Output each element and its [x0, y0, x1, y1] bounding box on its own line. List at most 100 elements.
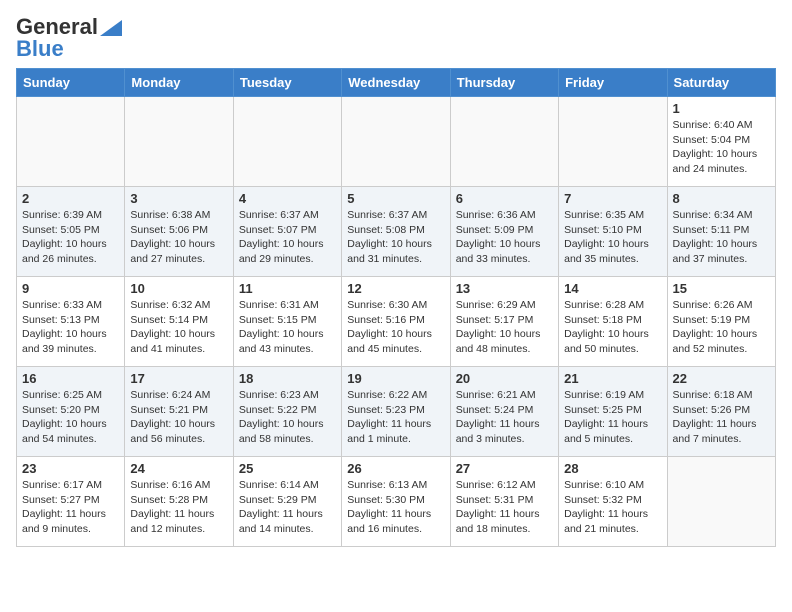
col-header-saturday: Saturday	[667, 69, 775, 97]
calendar-cell: 24 Sunrise: 6:16 AMSunset: 5:28 PMDayligh…	[125, 457, 233, 547]
day-number: 2	[22, 191, 119, 206]
day-info: Sunrise: 6:37 AMSunset: 5:07 PMDaylight:…	[239, 208, 336, 267]
day-info: Sunrise: 6:16 AMSunset: 5:28 PMDaylight:…	[130, 478, 227, 537]
day-number: 16	[22, 371, 119, 386]
calendar-cell: 26 Sunrise: 6:13 AMSunset: 5:30 PMDayligh…	[342, 457, 450, 547]
day-number: 6	[456, 191, 553, 206]
day-number: 10	[130, 281, 227, 296]
col-header-thursday: Thursday	[450, 69, 558, 97]
day-info: Sunrise: 6:33 AMSunset: 5:13 PMDaylight:…	[22, 298, 119, 357]
week-row-5: 23Sunrise: 6:17 AMSunset: 5:27 PMDayligh…	[17, 457, 776, 547]
col-header-sunday: Sunday	[17, 69, 125, 97]
day-info: Sunrise: 6:36 AMSunset: 5:09 PMDaylight:…	[456, 208, 553, 267]
day-info: Sunrise: 6:21 AMSunset: 5:24 PMDaylight:…	[456, 388, 553, 447]
day-number: 25	[239, 461, 336, 476]
week-row-4: 16 Sunrise: 6:25 AMSunset: 5:20 PMDayligh…	[17, 367, 776, 457]
day-info: Sunrise: 6:32 AMSunset: 5:14 PMDaylight:…	[130, 298, 227, 357]
col-header-tuesday: Tuesday	[233, 69, 341, 97]
logo-icon	[100, 20, 122, 36]
calendar-cell: 6 Sunrise: 6:36 AMSunset: 5:09 PMDaylight…	[450, 187, 558, 277]
day-number: 18	[239, 371, 336, 386]
day-number: 12	[347, 281, 444, 296]
day-number: 8	[673, 191, 770, 206]
day-number: 9	[22, 281, 119, 296]
calendar-cell	[233, 97, 341, 187]
calendar-cell: 8 Sunrise: 6:34 AMSunset: 5:11 PMDaylight…	[667, 187, 775, 277]
week-row-2: 2 Sunrise: 6:39 AMSunset: 5:05 PMDaylight…	[17, 187, 776, 277]
page-header: General Blue	[16, 16, 776, 60]
logo-blue: Blue	[16, 38, 64, 60]
calendar-cell: 23Sunrise: 6:17 AMSunset: 5:27 PMDayligh…	[17, 457, 125, 547]
calendar-cell: 11 Sunrise: 6:31 AMSunset: 5:15 PMDayligh…	[233, 277, 341, 367]
calendar-cell: 20 Sunrise: 6:21 AMSunset: 5:24 PMDayligh…	[450, 367, 558, 457]
day-number: 4	[239, 191, 336, 206]
day-info: Sunrise: 6:13 AMSunset: 5:30 PMDaylight:…	[347, 478, 444, 537]
day-info: Sunrise: 6:22 AMSunset: 5:23 PMDaylight:…	[347, 388, 444, 447]
day-info: Sunrise: 6:39 AMSunset: 5:05 PMDaylight:…	[22, 208, 119, 267]
day-number: 3	[130, 191, 227, 206]
day-number: 15	[673, 281, 770, 296]
calendar-table: SundayMondayTuesdayWednesdayThursdayFrid…	[16, 68, 776, 547]
day-info: Sunrise: 6:12 AMSunset: 5:31 PMDaylight:…	[456, 478, 553, 537]
calendar-cell: 2 Sunrise: 6:39 AMSunset: 5:05 PMDaylight…	[17, 187, 125, 277]
day-number: 20	[456, 371, 553, 386]
calendar-cell	[559, 97, 667, 187]
day-number: 17	[130, 371, 227, 386]
day-info: Sunrise: 6:31 AMSunset: 5:15 PMDaylight:…	[239, 298, 336, 357]
calendar-cell: 7 Sunrise: 6:35 AMSunset: 5:10 PMDaylight…	[559, 187, 667, 277]
day-number: 13	[456, 281, 553, 296]
calendar-cell: 17 Sunrise: 6:24 AMSunset: 5:21 PMDayligh…	[125, 367, 233, 457]
day-info: Sunrise: 6:30 AMSunset: 5:16 PMDaylight:…	[347, 298, 444, 357]
calendar-cell	[450, 97, 558, 187]
calendar-cell: 27 Sunrise: 6:12 AMSunset: 5:31 PMDayligh…	[450, 457, 558, 547]
day-number: 21	[564, 371, 661, 386]
day-number: 1	[673, 101, 770, 116]
calendar-header-row: SundayMondayTuesdayWednesdayThursdayFrid…	[17, 69, 776, 97]
day-number: 14	[564, 281, 661, 296]
col-header-friday: Friday	[559, 69, 667, 97]
week-row-1: 1 Sunrise: 6:40 AMSunset: 5:04 PMDaylight…	[17, 97, 776, 187]
calendar-cell: 1 Sunrise: 6:40 AMSunset: 5:04 PMDaylight…	[667, 97, 775, 187]
week-row-3: 9 Sunrise: 6:33 AMSunset: 5:13 PMDaylight…	[17, 277, 776, 367]
calendar-cell: 3 Sunrise: 6:38 AMSunset: 5:06 PMDaylight…	[125, 187, 233, 277]
calendar-cell: 4 Sunrise: 6:37 AMSunset: 5:07 PMDaylight…	[233, 187, 341, 277]
col-header-wednesday: Wednesday	[342, 69, 450, 97]
day-number: 11	[239, 281, 336, 296]
day-number: 28	[564, 461, 661, 476]
day-info: Sunrise: 6:28 AMSunset: 5:18 PMDaylight:…	[564, 298, 661, 357]
day-number: 26	[347, 461, 444, 476]
calendar-cell: 22 Sunrise: 6:18 AMSunset: 5:26 PMDayligh…	[667, 367, 775, 457]
logo: General Blue	[16, 16, 122, 60]
day-info: Sunrise: 6:29 AMSunset: 5:17 PMDaylight:…	[456, 298, 553, 357]
day-info: Sunrise: 6:35 AMSunset: 5:10 PMDaylight:…	[564, 208, 661, 267]
day-number: 7	[564, 191, 661, 206]
day-info: Sunrise: 6:23 AMSunset: 5:22 PMDaylight:…	[239, 388, 336, 447]
calendar-cell: 12 Sunrise: 6:30 AMSunset: 5:16 PMDayligh…	[342, 277, 450, 367]
day-number: 22	[673, 371, 770, 386]
calendar-cell: 28 Sunrise: 6:10 AMSunset: 5:32 PMDayligh…	[559, 457, 667, 547]
day-info: Sunrise: 6:34 AMSunset: 5:11 PMDaylight:…	[673, 208, 770, 267]
day-info: Sunrise: 6:40 AMSunset: 5:04 PMDaylight:…	[673, 118, 770, 177]
day-number: 23	[22, 461, 119, 476]
day-info: Sunrise: 6:19 AMSunset: 5:25 PMDaylight:…	[564, 388, 661, 447]
day-info: Sunrise: 6:25 AMSunset: 5:20 PMDaylight:…	[22, 388, 119, 447]
day-number: 27	[456, 461, 553, 476]
calendar-cell: 14 Sunrise: 6:28 AMSunset: 5:18 PMDayligh…	[559, 277, 667, 367]
day-info: Sunrise: 6:14 AMSunset: 5:29 PMDaylight:…	[239, 478, 336, 537]
day-info: Sunrise: 6:18 AMSunset: 5:26 PMDaylight:…	[673, 388, 770, 447]
calendar-cell: 13 Sunrise: 6:29 AMSunset: 5:17 PMDayligh…	[450, 277, 558, 367]
day-info: Sunrise: 6:24 AMSunset: 5:21 PMDaylight:…	[130, 388, 227, 447]
calendar-cell: 19Sunrise: 6:22 AMSunset: 5:23 PMDayligh…	[342, 367, 450, 457]
day-info: Sunrise: 6:10 AMSunset: 5:32 PMDaylight:…	[564, 478, 661, 537]
calendar-cell: 5 Sunrise: 6:37 AMSunset: 5:08 PMDaylight…	[342, 187, 450, 277]
calendar-cell	[17, 97, 125, 187]
day-number: 5	[347, 191, 444, 206]
calendar-cell: 10 Sunrise: 6:32 AMSunset: 5:14 PMDayligh…	[125, 277, 233, 367]
day-info: Sunrise: 6:37 AMSunset: 5:08 PMDaylight:…	[347, 208, 444, 267]
day-number: 24	[130, 461, 227, 476]
day-info: Sunrise: 6:26 AMSunset: 5:19 PMDaylight:…	[673, 298, 770, 357]
calendar-cell: 18 Sunrise: 6:23 AMSunset: 5:22 PMDayligh…	[233, 367, 341, 457]
calendar-cell: 25 Sunrise: 6:14 AMSunset: 5:29 PMDayligh…	[233, 457, 341, 547]
day-info: Sunrise: 6:38 AMSunset: 5:06 PMDaylight:…	[130, 208, 227, 267]
calendar-cell: 16 Sunrise: 6:25 AMSunset: 5:20 PMDayligh…	[17, 367, 125, 457]
